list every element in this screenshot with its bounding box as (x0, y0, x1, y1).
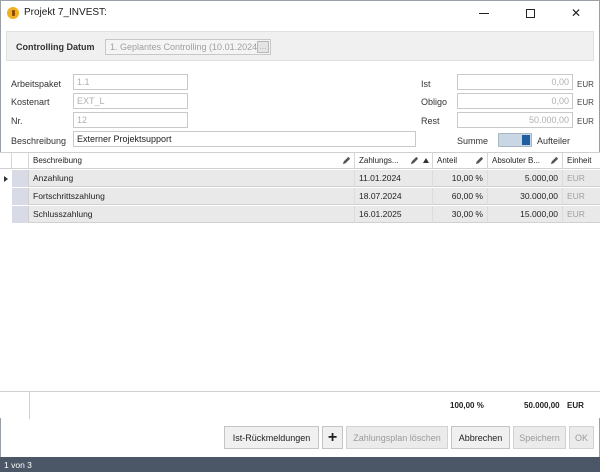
cell-beschreibung[interactable]: Fortschrittszahlung (29, 188, 355, 205)
header-select (12, 153, 29, 169)
window-title: Projekt 7_INVEST: (24, 7, 107, 18)
maximize-icon (525, 8, 535, 18)
footer-anteil-total: 100,00 % (450, 401, 484, 410)
minimize-button[interactable] (461, 1, 507, 25)
controlling-label: Controlling Datum (16, 42, 95, 52)
abbrechen-button[interactable]: Abbrechen (451, 426, 510, 449)
nr-field[interactable]: 12 (73, 112, 188, 128)
cell-anteil[interactable]: 60,00 % (433, 188, 488, 205)
col-header-beschreibung-label: Beschreibung (33, 156, 82, 165)
nr-label: Nr. (11, 116, 23, 126)
ist-label: Ist (421, 79, 431, 89)
col-header-anteil[interactable]: Anteil (433, 153, 488, 169)
col-header-absoluter-betrag-label: Absoluter B... (492, 156, 541, 165)
maximize-button[interactable] (507, 1, 553, 25)
pencil-icon (410, 156, 419, 165)
current-row-icon (4, 176, 8, 182)
arbeitspaket-label: Arbeitspaket (11, 79, 62, 89)
rest-label: Rest (421, 116, 440, 126)
col-header-zahlungsdatum[interactable]: Zahlungs... (355, 153, 433, 169)
kostenart-label: Kostenart (11, 97, 50, 107)
record-counter: 1 von 3 (4, 460, 32, 470)
row-indicator (0, 188, 12, 205)
ok-button[interactable]: OK (569, 426, 594, 449)
kostenart-field[interactable]: EXT_L (73, 93, 188, 109)
col-header-anteil-label: Anteil (437, 156, 458, 165)
close-button[interactable]: ✕ (553, 1, 599, 25)
row-selector[interactable] (12, 206, 29, 223)
beschreibung-label: Beschreibung (11, 136, 67, 146)
cell-einheit: EUR (567, 191, 585, 201)
obligo-label: Obligo (421, 97, 448, 107)
row-selector[interactable] (12, 188, 29, 205)
cell-betrag[interactable]: 5.000,00 (488, 170, 563, 187)
row-selector[interactable] (12, 170, 29, 187)
footer-betrag-total: 50.000,00 (524, 401, 560, 410)
grid-footer: 100,00 % 50.000,00 EUR (0, 391, 600, 419)
summe-label: Summe (457, 136, 489, 146)
minimize-icon (479, 12, 489, 14)
cell-zahlungsdatum[interactable]: 16.01.2025 (355, 206, 433, 223)
cell-einheit: EUR (567, 209, 585, 219)
rest-field[interactable]: 50.000,00 (457, 112, 573, 128)
speichern-button[interactable]: Speichern (513, 426, 566, 449)
pencil-icon (342, 156, 351, 165)
add-button[interactable]: + (322, 426, 343, 449)
row-indicator (0, 206, 12, 223)
status-bar: 1 von 3 (0, 457, 600, 472)
table-row[interactable]: Schlusszahlung 16.01.2025 30,00 % 15.000… (0, 206, 600, 223)
summe-aufteiler-toggle[interactable] (498, 133, 532, 147)
cell-einheit: EUR (567, 173, 585, 183)
pencil-icon (550, 156, 559, 165)
col-header-einheit-label: Einheit (567, 156, 592, 165)
title-bar: Projekt 7_INVEST: ✕ (0, 0, 600, 24)
footer-einheit: EUR (567, 401, 584, 410)
ellipsis-icon[interactable]: … (257, 41, 269, 53)
ist-field[interactable]: 0,00 (457, 74, 573, 90)
close-icon: ✕ (570, 6, 582, 20)
table-row[interactable]: Anzahlung 11.01.2024 10,00 % 5.000,00 EU… (0, 170, 600, 187)
row-indicator (0, 170, 12, 187)
ist-rueckmeldungen-button[interactable]: Ist-Rückmeldungen (224, 426, 319, 449)
cell-anteil[interactable]: 30,00 % (433, 206, 488, 223)
controlling-group: Controlling Datum 1. Geplantes Controlli… (6, 31, 594, 61)
zahlungsplan-loeschen-button[interactable]: Zahlungsplan löschen (346, 426, 448, 449)
arbeitspaket-field[interactable]: 1.1 (73, 74, 188, 90)
toggle-knob (522, 135, 530, 145)
obligo-field[interactable]: 0,00 (457, 93, 573, 109)
cell-beschreibung[interactable]: Anzahlung (29, 170, 355, 187)
cell-zahlungsdatum[interactable]: 11.01.2024 (355, 170, 433, 187)
cell-beschreibung[interactable]: Schlusszahlung (29, 206, 355, 223)
header-indicator (0, 153, 12, 169)
payment-grid: Beschreibung Zahlungs... Anteil Absolute… (0, 152, 600, 419)
controlling-date-select[interactable]: 1. Geplantes Controlling (10.01.2024) … (105, 39, 271, 55)
cell-anteil[interactable]: 10,00 % (433, 170, 488, 187)
sort-asc-icon (423, 158, 429, 163)
app-icon (7, 6, 19, 19)
beschreibung-field[interactable]: Externer Projektsupport (73, 131, 416, 147)
cell-betrag[interactable]: 30.000,00 (488, 188, 563, 205)
cell-betrag[interactable]: 15.000,00 (488, 206, 563, 223)
grid-header: Beschreibung Zahlungs... Anteil Absolute… (0, 153, 600, 169)
cell-zahlungsdatum[interactable]: 18.07.2024 (355, 188, 433, 205)
col-header-beschreibung[interactable]: Beschreibung (29, 153, 355, 169)
controlling-date-value: 1. Geplantes Controlling (10.01.2024) (110, 42, 257, 52)
table-row[interactable]: Fortschrittszahlung 18.07.2024 60,00 % 3… (0, 188, 600, 205)
pencil-icon (475, 156, 484, 165)
ist-unit: EUR (577, 80, 594, 89)
footer-divider (29, 392, 30, 419)
aufteiler-label: Aufteiler (537, 136, 571, 146)
col-header-zahlungsdatum-label: Zahlungs... (359, 156, 399, 165)
col-header-absoluter-betrag[interactable]: Absoluter B... (488, 153, 563, 169)
obligo-unit: EUR (577, 98, 594, 107)
rest-unit: EUR (577, 117, 594, 126)
col-header-einheit[interactable]: Einheit (563, 153, 600, 169)
